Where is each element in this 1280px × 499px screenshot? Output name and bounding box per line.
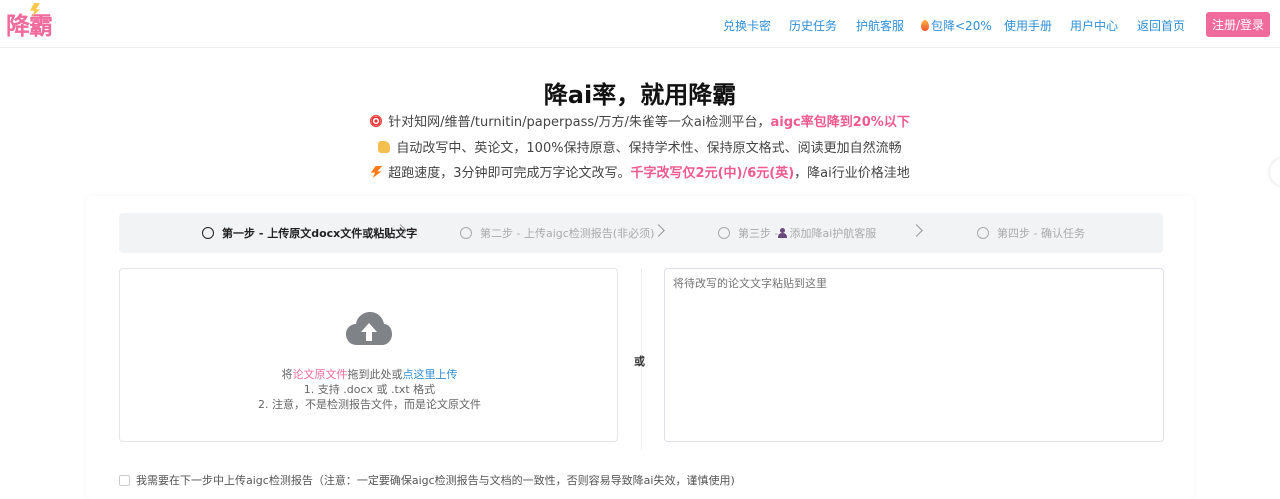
nav-user-center[interactable]: 用户中心: [1070, 17, 1118, 34]
hero-line3-text: 超跑速度，3分钟即可完成万字论文改写。: [388, 166, 631, 181]
nav-escort-support[interactable]: 护航客服: [856, 17, 904, 34]
step-1-label: 第一步 - 上传原文docx文件或粘贴文字: [222, 227, 418, 240]
target-icon: [370, 115, 383, 127]
lightning-icon: [370, 166, 383, 178]
step-circle-icon: [718, 227, 730, 239]
upload-file-highlight: 论文原文件: [292, 368, 348, 381]
step-circle-icon: [202, 227, 214, 239]
cloud-upload-icon: [346, 312, 392, 345]
hero-line-rewrite: 自动改写中、英论文，100%保持原意、保持学术性、保持原文格式、阅读更加自然流畅: [0, 137, 1280, 156]
step-3-extra: 添加降ai护航客服: [789, 227, 877, 240]
chevron-right-icon: [910, 224, 923, 237]
step-bar: 第一步 - 上传原文docx文件或粘贴文字 第二步 - 上传aigc检测报告(非…: [119, 213, 1163, 253]
file-upload-dropzone[interactable]: 将论文原文件拖到此处或点这里上传 1. 支持 .docx 或 .txt 格式 2…: [119, 268, 618, 442]
upload-main-line: 将论文原文件拖到此处或点这里上传: [120, 367, 619, 382]
step-4[interactable]: 第四步 - 确认任务: [977, 213, 1085, 253]
hero-line3-tail: ，降ai行业价格洼地: [794, 166, 910, 181]
report-checkbox[interactable]: [119, 474, 130, 486]
hero-line1-text: 针对知网/维普/turnitin/paperpass/万方/朱雀等一众ai检测平…: [388, 115, 771, 130]
or-label: 或: [634, 355, 645, 368]
report-checkbox-label: 我需要在下一步中上传aigc检测报告（注意：一定要确保aigc检测报告与文档的一…: [136, 474, 735, 487]
step-4-label: 第四步 - 确认任务: [997, 227, 1085, 240]
login-register-button[interactable]: 注册/登录: [1206, 12, 1270, 37]
nav-guarantee[interactable]: 包降<20%: [921, 17, 992, 34]
step-1[interactable]: 第一步 - 上传原文docx文件或粘贴文字: [202, 213, 417, 253]
upload-note-warning: 2. 注意，不是检测报告文件，而是论文原文件: [258, 398, 481, 411]
step-circle-icon: [977, 227, 989, 239]
nav-user-manual[interactable]: 使用手册: [1004, 17, 1052, 34]
writing-hand-icon: [378, 141, 391, 153]
upload-middle: 拖到此处或: [347, 368, 403, 381]
hero-line-platforms: 针对知网/维普/turnitin/paperpass/万方/朱雀等一众ai检测平…: [0, 111, 1280, 130]
step-circle-icon: [460, 227, 472, 239]
paste-text-area[interactable]: [664, 268, 1164, 442]
report-upload-option[interactable]: 我需要在下一步中上传aigc检测报告（注意：一定要确保aigc检测报告与文档的一…: [119, 472, 735, 488]
step-3[interactable]: 第三步 - 添加降ai护航客服: [718, 213, 876, 253]
site-logo[interactable]: 降霸: [6, 3, 53, 41]
hero-line3-emphasis: 千字改写仅2元(中)/6元(英): [630, 166, 795, 181]
nav-home[interactable]: 返回首页: [1137, 17, 1185, 34]
hero-line-speed: 超跑速度，3分钟即可完成万字论文改写。千字改写仅2元(中)/6元(英)，降ai行…: [0, 162, 1280, 181]
step-2-label: 第二步 - 上传aigc检测报告(非必须): [480, 227, 655, 240]
step-2[interactable]: 第二步 - 上传aigc检测报告(非必须): [460, 213, 654, 253]
step-3-label: 第三步 -: [738, 227, 779, 240]
person-icon: [778, 228, 788, 238]
top-header: 降霸 兑换卡密 历史任务 护航客服 包降<20% 使用手册 用户中心 返回首页 …: [0, 0, 1280, 48]
nav-guarantee-label: 包降<20%: [931, 19, 992, 33]
hero-line2-text: 自动改写中、英论文，100%保持原意、保持学术性、保持原文格式、阅读更加自然流畅: [396, 141, 902, 156]
hero-title: 降ai率，就用降霸: [543, 81, 737, 109]
click-upload-link[interactable]: 点这里上传: [403, 368, 458, 381]
nav-redeem-code[interactable]: 兑换卡密: [723, 17, 771, 34]
nav-task-history[interactable]: 历史任务: [789, 17, 837, 34]
hero-line1-emphasis: aigc率包降到20%以下: [770, 115, 910, 130]
upload-instructions: 将论文原文件拖到此处或点这里上传 1. 支持 .docx 或 .txt 格式 2…: [120, 367, 619, 412]
upload-note-format: 1. 支持 .docx 或 .txt 格式: [303, 383, 436, 396]
logo-text: 降霸: [6, 11, 53, 40]
upload-prefix: 将: [281, 368, 293, 381]
fire-icon: [921, 20, 929, 31]
